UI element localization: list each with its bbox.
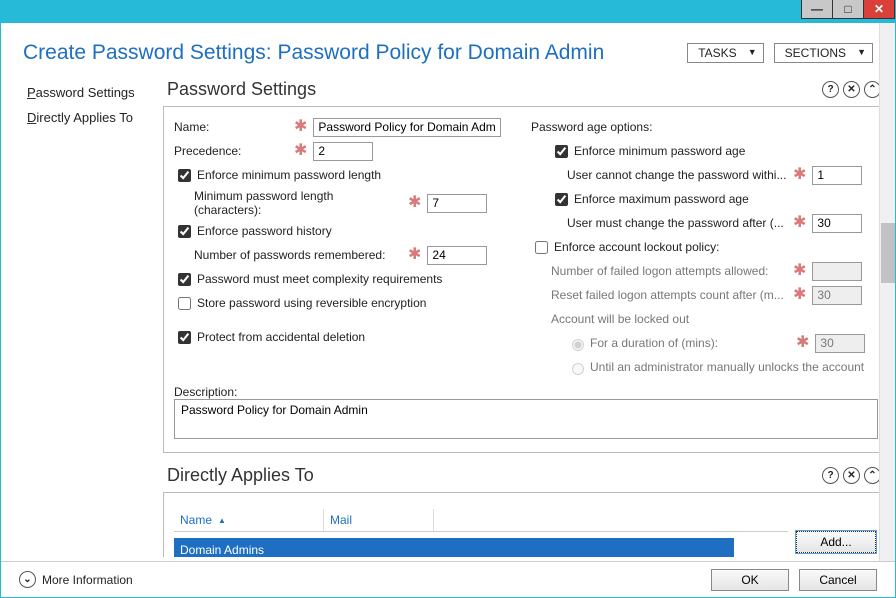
description-label: Description: xyxy=(174,385,878,399)
ok-button[interactable]: OK xyxy=(711,569,789,591)
duration-label: For a duration of (mins): xyxy=(590,336,790,350)
failed-attempts-input xyxy=(812,262,862,281)
close-section-icon[interactable]: ✕ xyxy=(843,467,860,484)
cancel-button[interactable]: Cancel xyxy=(799,569,877,591)
scrollbar[interactable] xyxy=(879,23,895,561)
enforce-max-age-label: Enforce maximum password age xyxy=(574,192,749,206)
enforce-min-age-label: Enforce minimum password age xyxy=(574,144,745,158)
sort-asc-icon: ▲ xyxy=(218,516,226,525)
table-header: Name ▲ Mail xyxy=(174,509,788,532)
complexity-checkbox[interactable] xyxy=(178,273,191,286)
required-icon: ✱ xyxy=(790,338,815,348)
required-icon: ✱ xyxy=(787,266,812,276)
enforce-min-length-label: Enforce minimum password length xyxy=(197,168,381,182)
required-icon: ✱ xyxy=(288,122,313,132)
min-age-input[interactable] xyxy=(812,166,862,185)
enforce-max-age-checkbox[interactable] xyxy=(555,193,568,206)
sections-dropdown[interactable]: SECTIONS xyxy=(774,43,873,63)
description-input[interactable] xyxy=(174,399,878,439)
reversible-label: Store password using reversible encrypti… xyxy=(197,296,426,310)
enforce-history-label: Enforce password history xyxy=(197,224,332,238)
min-length-input[interactable] xyxy=(427,194,487,213)
required-icon: ✱ xyxy=(787,170,812,180)
minimize-button[interactable]: — xyxy=(801,0,833,19)
failed-attempts-label: Number of failed logon attempts allowed: xyxy=(551,264,787,278)
duration-radio xyxy=(572,339,584,351)
sidebar-item-directly-applies-to[interactable]: Directly Applies To xyxy=(27,110,163,125)
reset-count-input xyxy=(812,286,862,305)
help-icon[interactable]: ? xyxy=(822,81,839,98)
enforce-history-checkbox[interactable] xyxy=(178,225,191,238)
more-information-link[interactable]: ⌄ More Information xyxy=(19,571,133,588)
sidebar: Password Settings Directly Applies To xyxy=(1,77,163,557)
required-icon: ✱ xyxy=(402,250,427,260)
tasks-dropdown[interactable]: TASKS xyxy=(687,43,763,63)
required-icon: ✱ xyxy=(787,290,812,300)
max-age-label: User must change the password after (... xyxy=(567,216,787,230)
lockout-label: Enforce account lockout policy: xyxy=(554,240,719,254)
locked-out-label: Account will be locked out xyxy=(551,312,689,326)
protect-label: Protect from accidental deletion xyxy=(197,330,365,344)
titlebar: — □ ✕ xyxy=(1,1,895,23)
close-section-icon[interactable]: ✕ xyxy=(843,81,860,98)
age-options-label: Password age options: xyxy=(531,120,652,134)
name-input[interactable] xyxy=(313,118,501,137)
reversible-checkbox[interactable] xyxy=(178,297,191,310)
lockout-checkbox[interactable] xyxy=(535,241,548,254)
required-icon: ✱ xyxy=(787,218,812,228)
max-age-input[interactable] xyxy=(812,214,862,233)
precedence-label: Precedence: xyxy=(174,144,288,158)
password-settings-panel: Name: ✱ Precedence: ✱ Enforce minimum pa… xyxy=(163,106,889,453)
close-button[interactable]: ✕ xyxy=(863,0,895,19)
applies-panel: Name ▲ Mail Domain Admins Add... Remove xyxy=(163,492,889,557)
min-age-label: User cannot change the password withi... xyxy=(567,168,787,182)
until-unlock-radio xyxy=(572,363,584,375)
until-unlock-label: Until an administrator manually unlocks … xyxy=(590,360,864,374)
scrollbar-thumb[interactable] xyxy=(881,223,895,283)
name-label: Name: xyxy=(174,120,288,134)
table-row[interactable]: Domain Admins xyxy=(174,538,734,557)
protect-checkbox[interactable] xyxy=(178,331,191,344)
column-name[interactable]: Name ▲ xyxy=(174,509,324,531)
history-label: Number of passwords remembered: xyxy=(194,248,402,262)
precedence-input[interactable] xyxy=(313,142,373,161)
enforce-min-age-checkbox[interactable] xyxy=(555,145,568,158)
column-mail[interactable]: Mail xyxy=(324,509,434,531)
min-length-label: Minimum password length (characters): xyxy=(194,189,402,217)
section-title-applies-to: Directly Applies To xyxy=(167,465,818,486)
window: — □ ✕ Create Password Settings: Password… xyxy=(0,0,896,598)
required-icon: ✱ xyxy=(402,198,427,208)
required-icon: ✱ xyxy=(288,146,313,156)
history-input[interactable] xyxy=(427,246,487,265)
reset-count-label: Reset failed logon attempts count after … xyxy=(551,288,787,302)
section-title-password-settings: Password Settings xyxy=(167,79,818,100)
page-title: Create Password Settings: Password Polic… xyxy=(23,41,677,65)
add-button[interactable]: Add... xyxy=(796,531,876,553)
help-icon[interactable]: ? xyxy=(822,467,839,484)
sidebar-item-password-settings[interactable]: Password Settings xyxy=(27,85,163,100)
enforce-min-length-checkbox[interactable] xyxy=(178,169,191,182)
chevron-down-icon: ⌄ xyxy=(19,571,36,588)
duration-input xyxy=(815,334,865,353)
maximize-button[interactable]: □ xyxy=(832,0,864,19)
complexity-label: Password must meet complexity requiremen… xyxy=(197,272,442,286)
